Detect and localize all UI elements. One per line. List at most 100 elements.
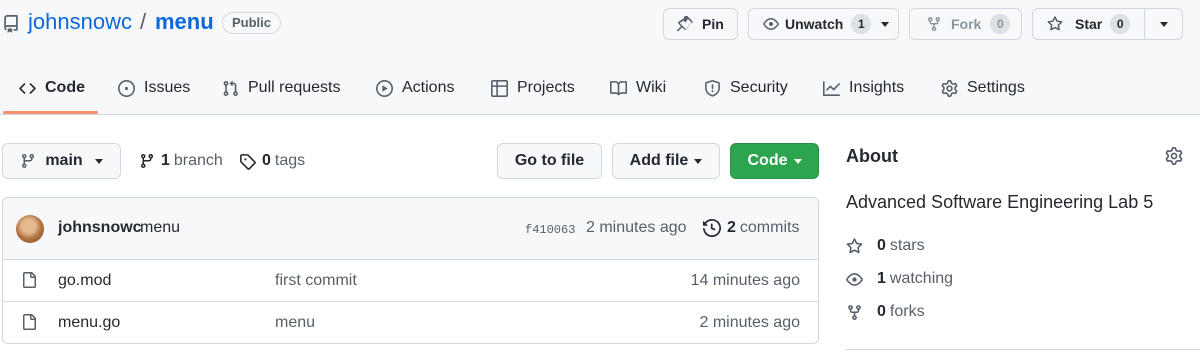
branch-name: main	[45, 152, 83, 169]
fork-count: 0	[990, 14, 1011, 34]
commit-message-link[interactable]: menu	[140, 219, 180, 237]
pull-request-icon	[223, 80, 238, 96]
file-age: 2 minutes ago	[699, 314, 800, 331]
fork-icon	[848, 304, 861, 320]
tab-projects[interactable]: Projects	[491, 64, 575, 112]
file-name-link[interactable]: go.mod	[58, 272, 111, 290]
tab-code-label: Code	[45, 79, 85, 96]
star-icon	[1047, 16, 1063, 31]
file-commit-message-link[interactable]: menu	[275, 314, 315, 332]
star-button[interactable]: Star 0	[1032, 8, 1145, 40]
list-item: go.mod first commit 14 minutes ago	[3, 260, 818, 302]
about-divider	[846, 349, 1200, 350]
file-list: johnsnowc menu f410063 2 minutes ago 2 c…	[2, 197, 819, 344]
star-icon	[846, 237, 863, 253]
fork-label: Fork	[951, 16, 982, 32]
tag-count: 0	[262, 152, 271, 169]
issue-icon	[118, 79, 135, 97]
watch-count: 1	[851, 14, 872, 34]
pin-button[interactable]: Pin	[663, 8, 738, 40]
commit-count: 2	[727, 219, 736, 236]
file-age: 14 minutes ago	[690, 272, 800, 289]
code-icon	[19, 82, 36, 94]
add-file-button[interactable]: Add file	[612, 143, 720, 179]
repo-icon	[4, 15, 18, 33]
branch-select-button[interactable]: main	[2, 143, 121, 179]
watch-caret-icon	[881, 21, 890, 27]
gear-icon	[941, 79, 958, 97]
go-to-file-button[interactable]: Go to file	[497, 143, 602, 179]
branch-count: 1	[161, 152, 170, 169]
commit-word: commits	[739, 219, 800, 236]
file-icon	[23, 272, 36, 288]
tab-issues[interactable]: Issues	[118, 64, 190, 112]
tab-issues-label: Issues	[144, 79, 191, 96]
path-separator: /	[140, 9, 147, 34]
graph-icon	[823, 80, 840, 96]
gear-icon[interactable]	[1165, 147, 1183, 165]
forks-word: forks	[889, 303, 925, 320]
eye-icon	[763, 18, 779, 30]
tab-pull-requests[interactable]: Pull requests	[222, 64, 341, 112]
play-icon	[376, 79, 393, 97]
tab-insights-label: Insights	[849, 79, 905, 96]
tab-actions-label: Actions	[402, 79, 455, 96]
file-icon	[23, 314, 36, 330]
visibility-badge: Public	[222, 12, 282, 34]
tab-code[interactable]: Code	[19, 64, 85, 112]
code-caret-icon	[793, 158, 802, 164]
tab-security-label: Security	[730, 79, 788, 96]
forks-count: 0	[877, 303, 886, 320]
pin-label: Pin	[702, 16, 724, 32]
unwatch-button[interactable]: Unwatch 1	[748, 8, 899, 40]
repo-description: Advanced Software Engineering Lab 5	[846, 192, 1154, 212]
tab-security[interactable]: Security	[704, 64, 788, 112]
avatar[interactable]	[16, 215, 44, 243]
tags-link[interactable]: 0 tags	[239, 150, 305, 172]
commit-author-link[interactable]: johnsnowc	[58, 219, 142, 237]
code-button-label: Code	[747, 152, 788, 169]
branch-word: branch	[173, 152, 223, 169]
code-button[interactable]: Code	[730, 143, 819, 179]
tag-icon	[240, 153, 256, 170]
repo-header: johnsnowc / menu Public Pin Unwatch 1 Fo…	[0, 0, 1200, 115]
list-item: menu.go menu 2 minutes ago	[3, 302, 818, 343]
forks-link[interactable]: 0 forks	[846, 301, 925, 323]
tag-word: tags	[274, 152, 306, 169]
branch-caret-icon	[94, 158, 103, 164]
star-label: Star	[1075, 16, 1103, 32]
book-icon	[610, 80, 627, 95]
file-name-link[interactable]: menu.go	[58, 314, 120, 332]
tab-projects-label: Projects	[517, 79, 575, 96]
tab-insights[interactable]: Insights	[823, 64, 904, 112]
file-commit-message-link[interactable]: first commit	[275, 272, 357, 290]
tab-settings-label: Settings	[967, 79, 1025, 96]
stars-count: 0	[877, 237, 886, 254]
history-icon	[703, 219, 721, 237]
add-file-caret-icon	[694, 158, 703, 164]
table-icon	[491, 79, 508, 97]
commit-sha-link[interactable]: f410063	[525, 223, 575, 237]
git-branch-icon	[22, 154, 35, 169]
fork-button[interactable]: Fork 0	[909, 8, 1022, 40]
shield-icon	[705, 79, 720, 97]
star-lists-dropdown[interactable]	[1144, 8, 1183, 40]
about-heading: About	[846, 146, 898, 166]
selected-tab-underline	[3, 111, 98, 114]
tab-wiki[interactable]: Wiki	[610, 64, 666, 112]
tab-settings[interactable]: Settings	[941, 64, 1025, 112]
stars-link[interactable]: 0 stars	[846, 235, 925, 257]
unwatch-label: Unwatch	[785, 16, 844, 32]
repo-owner-link[interactable]: johnsnowc	[28, 9, 132, 35]
watchers-link[interactable]: 1 watching	[846, 268, 953, 290]
commits-history-link[interactable]: 2 commits	[703, 217, 799, 239]
git-branch-icon	[140, 154, 153, 169]
repo-name-link[interactable]: menu	[155, 9, 214, 35]
tab-wiki-label: Wiki	[636, 79, 667, 96]
fork-icon	[928, 17, 940, 32]
tab-actions[interactable]: Actions	[376, 64, 454, 112]
stars-word: stars	[889, 237, 925, 254]
add-file-label: Add file	[629, 152, 689, 169]
star-count: 0	[1110, 14, 1131, 34]
branches-link[interactable]: 1 branch	[139, 150, 223, 172]
